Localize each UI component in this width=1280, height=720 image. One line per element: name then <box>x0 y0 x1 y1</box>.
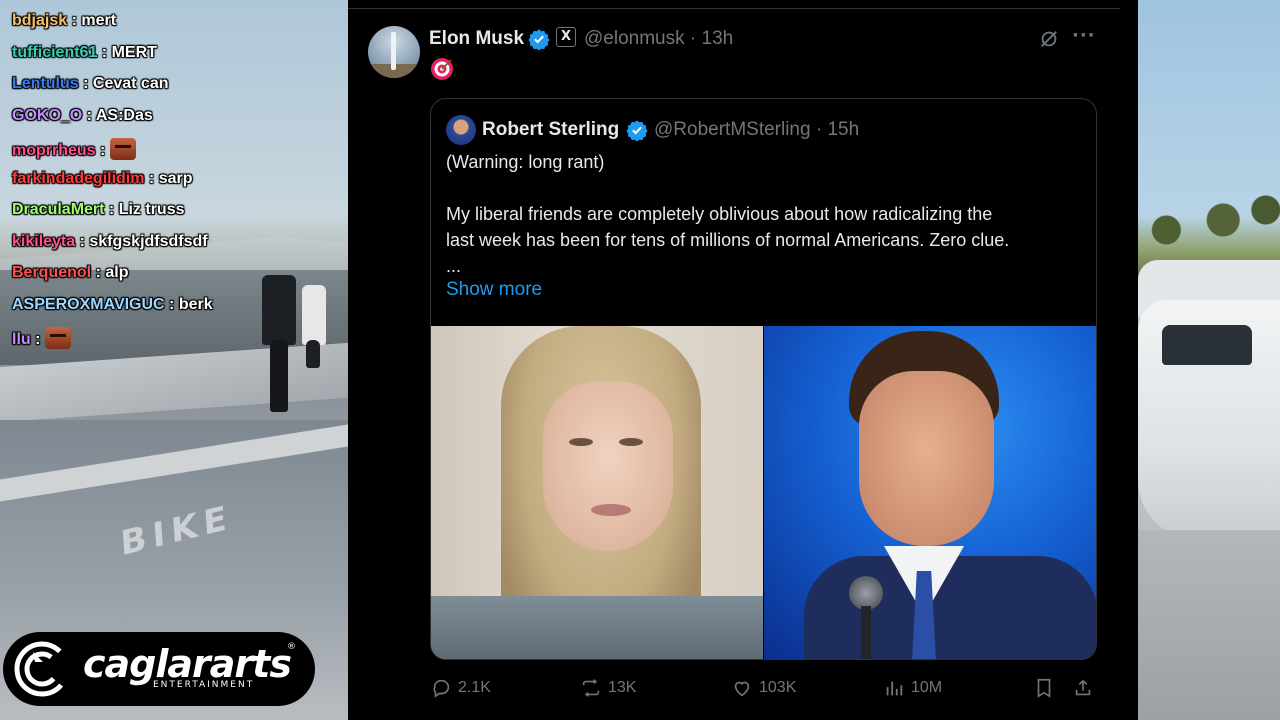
heart-icon <box>734 681 750 697</box>
chat-message: moprrheus : <box>12 138 342 170</box>
views-button[interactable]: 10M <box>883 676 942 700</box>
chat-text: AS:Das <box>95 106 153 124</box>
views-chart-icon <box>886 681 903 696</box>
quote-handle-text: @RobertMSterling <box>654 119 811 140</box>
quote-media-image-right[interactable] <box>764 326 1096 659</box>
chat-separator: : <box>144 169 159 187</box>
chat-separator: : <box>67 12 82 29</box>
views-count: 10M <box>911 679 943 696</box>
reply-count: 2.1K <box>458 679 491 696</box>
verified-badge-icon <box>626 120 648 141</box>
chat-message: Lentulus : Cevat can <box>12 75 342 107</box>
chat-message: tufficient61 : MERT <box>12 44 342 76</box>
chat-emote-icon <box>44 327 71 349</box>
quote-text-line: My liberal friends are completely oblivi… <box>446 204 993 224</box>
x-affiliation-badge-icon: X <box>556 27 576 47</box>
tweet-panel: Elon Musk X @elonmusk · 13h ··· Robert S… <box>348 0 1138 720</box>
chat-username: GOKO_O <box>12 106 83 124</box>
logo-tagline: ENTERTAINMENT <box>153 680 255 690</box>
chat-text: skfgskjdfsdfsdf <box>89 232 208 250</box>
quote-text-line: (Warning: long rant) <box>446 152 605 172</box>
target-emoji-icon <box>431 58 453 80</box>
author-avatar[interactable] <box>368 26 420 78</box>
chat-separator: : <box>95 142 110 159</box>
chat-username: llu <box>12 331 31 348</box>
chat-text: alp <box>105 264 129 281</box>
logo-registered-mark: ® <box>287 642 296 652</box>
caglararts-logo: caglararts ® ENTERTAINMENT <box>3 632 315 706</box>
chat-username: moprrheus <box>12 142 96 159</box>
chat-username: ASPEROXMAVIGUC <box>12 295 165 313</box>
quote-media-image-left[interactable] <box>431 326 763 659</box>
chat-username: tufficient61 <box>12 43 98 61</box>
quoted-tweet-card[interactable]: Robert Sterling @RobertMSterling · 15h (… <box>430 98 1097 660</box>
chat-text: berk <box>178 295 213 313</box>
chat-message: bdjajsk : mert <box>12 12 342 44</box>
chat-text: sarp <box>158 169 193 187</box>
author-handle[interactable]: @elonmusk · 13h <box>584 28 733 50</box>
divider <box>348 8 1120 9</box>
chat-emote-icon <box>109 138 136 160</box>
chat-separator: : <box>97 43 112 61</box>
chat-message: GOKO_O : AS:Das <box>12 107 342 139</box>
chat-separator: : <box>82 106 96 124</box>
like-count: 103K <box>759 679 797 696</box>
chat-username: DraculaMert <box>12 201 105 218</box>
chat-separator: : <box>164 295 179 313</box>
quote-text-line: last week has been for tens of millions … <box>446 230 1010 250</box>
more-options-icon[interactable]: ··· <box>1072 26 1096 50</box>
chat-message: ASPEROXMAVIGUC : berk <box>12 296 342 328</box>
chat-message: llu : <box>12 327 342 359</box>
reply-button[interactable]: 2.1K <box>430 676 491 700</box>
quote-body: (Warning: long rant) My liberal friends … <box>446 149 1086 279</box>
chat-message: DraculaMert : Liz truss <box>12 201 342 233</box>
chat-username: Berquenol <box>12 264 92 281</box>
chat-message: Berquenol : alp <box>12 264 342 296</box>
chat-text: Cevat can <box>92 75 169 92</box>
chat-separator: : <box>30 331 45 348</box>
repost-icon <box>582 679 600 697</box>
chat-username: kikileyta <box>12 232 76 250</box>
bookmark-button[interactable] <box>1033 676 1055 700</box>
repost-button[interactable]: 13K <box>580 676 636 700</box>
chat-username: bdjajsk <box>12 12 68 29</box>
author-name[interactable]: Elon Musk <box>429 28 524 50</box>
quote-author-handle: @RobertMSterling · 15h <box>654 119 859 141</box>
share-button[interactable] <box>1072 676 1094 700</box>
quote-time: · 15h <box>815 119 860 140</box>
like-button[interactable]: 103K <box>731 676 796 700</box>
tweet-time[interactable]: · 13h <box>690 28 733 49</box>
chat-username: Lentulus <box>12 75 79 92</box>
background-cars-scene <box>1138 0 1280 720</box>
grok-icon[interactable] <box>1038 28 1060 50</box>
author-handle-text: @elonmusk <box>584 28 685 49</box>
chat-text: mert <box>81 12 117 29</box>
stream-chat-overlay: bdjajsk : mert tufficient61 : MERT Lentulu… <box>12 12 342 359</box>
caglararts-mark-icon <box>14 641 70 697</box>
chat-username: farkindadegilidim <box>12 169 145 187</box>
chat-message: farkindadegilidim : sarp <box>12 170 342 202</box>
verified-badge-icon <box>528 29 550 50</box>
chat-message: kikileyta : skfgskjdfsdfsdf <box>12 233 342 265</box>
bookmark-icon <box>1037 678 1051 698</box>
chat-separator: : <box>91 264 106 281</box>
quote-text-line: ... <box>446 256 462 276</box>
show-more-link[interactable]: Show more <box>446 279 542 301</box>
share-icon <box>1075 680 1091 696</box>
quote-author-avatar <box>446 115 476 145</box>
chat-separator: : <box>78 75 93 92</box>
chat-text: MERT <box>111 43 157 61</box>
chat-separator: : <box>104 201 119 218</box>
chat-text: Liz truss <box>118 201 185 218</box>
chat-separator: : <box>75 232 90 250</box>
reply-icon <box>433 679 450 698</box>
repost-count: 13K <box>608 679 637 696</box>
quote-author-name: Robert Sterling <box>482 119 620 140</box>
stream-frame: BIKE bdjajsk : mert tufficient61 : MERT Le… <box>0 0 1280 720</box>
